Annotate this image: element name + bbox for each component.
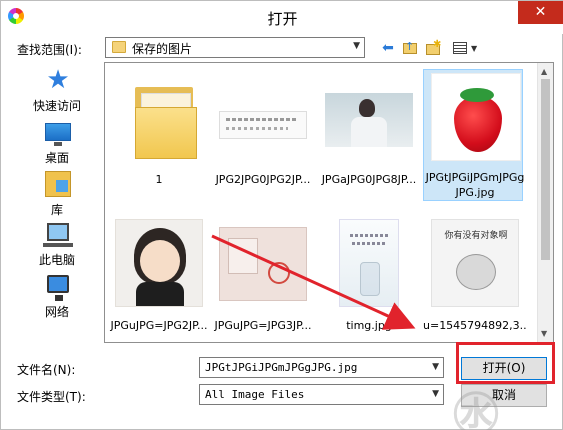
close-button[interactable]: ✕ (518, 1, 563, 24)
place-this-pc[interactable]: 此电脑 (15, 221, 99, 269)
quick-access-star-icon: ★ (46, 65, 70, 95)
look-in-label: 查找范围(I): (17, 43, 82, 57)
place-desktop[interactable]: 桌面 (15, 119, 99, 167)
scroll-down-icon[interactable]: ▼ (541, 329, 547, 338)
photo-glass (360, 262, 380, 296)
look-in-dropdown[interactable]: 保存的图片 ▼ (105, 37, 365, 58)
file-item[interactable]: timg.jpg (317, 215, 421, 337)
file-name: 1 (155, 173, 163, 186)
place-label: 此电脑 (38, 253, 75, 267)
place-label: 库 (50, 203, 63, 217)
place-quick-access[interactable]: ★ 快速访问 (15, 67, 99, 115)
file-name-line2: JPG.jpg (455, 186, 495, 199)
filename-label: 文件名(N): (17, 363, 76, 377)
filename-value: JPGtJPGiJPGmJPGgJPG.jpg (205, 361, 358, 374)
up-arrow-icon: ↑ (405, 40, 415, 53)
dialog-title: 打开 (267, 10, 298, 28)
image-thumbnail (115, 219, 203, 307)
strawberry-photo (431, 73, 521, 161)
filetype-dropdown[interactable]: All Image Files ▼ (199, 384, 444, 405)
image-thumbnail (325, 73, 413, 161)
this-pc-icon (43, 223, 73, 247)
photo-hamster (456, 254, 496, 290)
file-item[interactable]: JPGaJPG0JPG8JP... (317, 69, 421, 191)
desktop-icon (45, 123, 71, 146)
chevron-down-icon: ▼ (432, 389, 439, 399)
place-library[interactable]: 库 (15, 171, 99, 219)
open-file-dialog: 打开 ✕ 查找范围(I): 保存的图片 ▼ ⬅ ↑ ✱ ▼ ★ 快速访问 桌面 … (0, 0, 563, 430)
back-arrow-icon[interactable]: ⬅ (379, 39, 397, 57)
place-network[interactable]: 网络 (15, 273, 99, 321)
new-folder-icon[interactable]: ✱ (424, 39, 442, 57)
hamster-meme-photo: 你有没有对象啊 (431, 219, 519, 307)
folder-thumbnail (115, 73, 203, 161)
file-name: JPGuJPG=JPG2JP... (110, 319, 208, 332)
file-item[interactable]: 你有没有对象啊 u=1545794892,3... (423, 215, 527, 337)
file-name: u=1545794892,3... (423, 319, 527, 332)
file-name: JPG2JPG0JPG2JP... (215, 173, 311, 186)
look-in-value: 保存的图片 (132, 42, 193, 56)
boy-photo (325, 93, 413, 147)
image-thumbnail (219, 73, 307, 161)
scroll-up-icon[interactable]: ▲ (541, 67, 547, 76)
strawberry-leaf (460, 88, 494, 102)
place-label: 网络 (44, 305, 69, 319)
image-thumbnail (325, 219, 413, 307)
file-item[interactable]: JPGuJPG=JPG2JP... (107, 215, 211, 337)
scrollbar-thumb[interactable] (541, 79, 550, 260)
sparkle-icon: ✱ (433, 39, 442, 50)
image-thumbnail (219, 219, 307, 307)
chevron-down-icon: ▼ (353, 41, 360, 51)
filename-field[interactable]: JPGtJPGiJPGmJPGgJPG.jpg ▼ (199, 357, 444, 378)
file-item-selected[interactable]: JPGtJPGiJPGmJPGg JPG.jpg (423, 69, 527, 201)
red-stamp (268, 262, 290, 284)
file-name: timg.jpg (346, 319, 392, 332)
image-thumbnail (431, 73, 521, 161)
image-thumbnail: 你有没有对象啊 (431, 219, 519, 307)
strawberry-fruit (454, 96, 502, 152)
file-item[interactable]: JPGuJPG=JPG3JP... (211, 215, 315, 337)
document-photo (219, 111, 307, 139)
photo-shirt (136, 282, 184, 306)
library-icon (45, 171, 71, 197)
folder-icon (112, 41, 126, 53)
file-item[interactable]: JPG2JPG0JPG2JP... (211, 69, 315, 191)
details-view-icon (453, 42, 467, 54)
photo-body (351, 117, 387, 147)
title-bar: 打开 ✕ (1, 1, 563, 34)
filetype-value: All Image Files (205, 388, 305, 401)
certificate-photo (219, 227, 307, 301)
place-label: 桌面 (44, 151, 69, 165)
view-menu-icon[interactable]: ▼ (451, 39, 479, 57)
folder-front (135, 107, 197, 159)
file-name: JPGuJPG=JPG3JP... (214, 319, 312, 332)
meme-caption: 你有没有对象啊 (444, 231, 508, 241)
filetype-label: 文件类型(T): (17, 390, 86, 404)
photo-head (359, 99, 375, 117)
up-folder-icon[interactable]: ↑ (401, 39, 419, 57)
open-button[interactable]: 打开(O) (461, 357, 547, 380)
cartoon-girl-photo (115, 219, 203, 307)
file-list[interactable]: 1 JPG2JPG0JPG2JP... JPGaJPG0JPG8JP... JP… (104, 62, 554, 343)
place-label: 快速访问 (32, 99, 81, 113)
photo-face (140, 240, 180, 282)
chevron-down-icon: ▼ (471, 44, 478, 53)
bottle-photo (339, 219, 399, 307)
file-name: JPGaJPG0JPG8JP... (321, 173, 417, 186)
watermark-logo: ㊌ (453, 388, 499, 430)
chevron-down-icon[interactable]: ▼ (432, 362, 439, 372)
file-item-folder[interactable]: 1 (107, 69, 211, 191)
vertical-scrollbar[interactable]: ▲ ▼ (537, 63, 553, 342)
file-name: JPGtJPGiJPGmJPGg (425, 171, 525, 184)
network-icon (47, 275, 69, 301)
